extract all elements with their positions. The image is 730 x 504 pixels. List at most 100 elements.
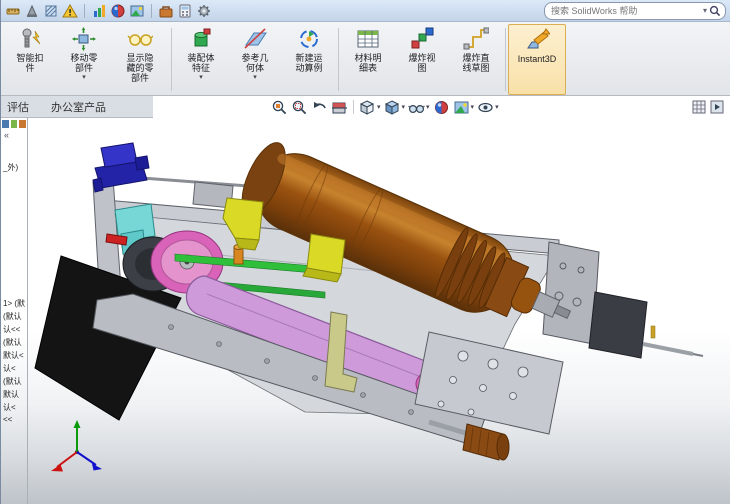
part-guide-pin[interactable] <box>642 325 704 357</box>
explode-line-sketch-button[interactable]: 爆炸直 线草图 <box>449 24 503 95</box>
interference-detection-icon[interactable] <box>62 3 78 19</box>
quick-tools-grid-icon[interactable] <box>692 100 706 114</box>
commandmanager-tabs: 评估 办公室产品 <box>1 96 153 118</box>
tree-item-fragment[interactable]: << <box>3 415 12 424</box>
tab-office-products[interactable]: 办公室产品 <box>47 97 110 117</box>
button-label: 材料明 <box>354 53 382 63</box>
pin-tip <box>692 353 704 357</box>
hide-show-items-icon[interactable]: ▾ <box>408 99 430 116</box>
search-icon[interactable] <box>709 5 721 17</box>
button-label: 细表 <box>358 63 377 73</box>
move-component-button[interactable]: 移动零 部件 ▾ <box>57 24 111 95</box>
tree-item-fragment[interactable]: (默认 <box>3 376 22 387</box>
zoom-area-icon[interactable] <box>291 99 308 116</box>
instant3d-button[interactable]: Instant3D <box>508 24 566 95</box>
featuremanager-tab-icon[interactable] <box>2 120 9 128</box>
tree-item-fragment[interactable]: _外) <box>3 162 18 173</box>
panel-collapse-icon[interactable]: « <box>1 130 27 140</box>
feature-manager-strip[interactable]: « _外) 1> (默 (默认 认<< (默认 默认< 认< (默认 默认 认<… <box>1 118 28 504</box>
dropdown-caret-icon[interactable]: ▾ <box>495 103 499 111</box>
show-hidden-components-button[interactable]: 显示隐 藏的零 部件 <box>111 24 169 95</box>
view-orientation-icon[interactable]: ▾ <box>359 99 381 116</box>
reference-geometry-icon <box>242 27 268 51</box>
tree-item-fragment[interactable]: 默认< <box>3 350 24 361</box>
assembly-features-button[interactable]: 装配体 特征 ▾ <box>174 24 228 95</box>
toolbox-icon[interactable] <box>158 3 174 19</box>
button-label: 装配体 <box>187 53 215 63</box>
part-blue-bracket[interactable] <box>92 142 150 193</box>
smart-fastener-icon <box>17 27 43 51</box>
search-input[interactable] <box>549 4 701 17</box>
edit-appearance-icon[interactable] <box>110 3 126 19</box>
section-view-icon[interactable] <box>331 99 348 116</box>
previous-view-icon[interactable] <box>311 99 328 116</box>
graphics-viewport[interactable]: « _外) 1> (默 (默认 认<< (默认 默认< 认< (默认 默认 认<… <box>1 118 730 504</box>
button-label: 动算例 <box>295 63 323 73</box>
mass-properties-icon[interactable] <box>24 3 40 19</box>
dropdown-caret-icon[interactable]: ▾ <box>402 103 406 111</box>
button-label: 线草图 <box>462 63 490 73</box>
knob-cap <box>496 433 510 461</box>
feature-manager-tab-icons <box>1 118 27 130</box>
viewport-top-band: ▾ ▾ ▾ ▾ ▾ <box>153 96 730 118</box>
tab-evaluate[interactable]: 评估 <box>3 97 33 117</box>
instant3d-icon <box>524 28 552 52</box>
search-dropdown-caret[interactable]: ▾ <box>703 6 707 15</box>
dropdown-caret-icon[interactable]: ▾ <box>199 74 203 81</box>
section-properties-icon[interactable] <box>43 3 59 19</box>
command-manager-ribbon: 智能扣 件 移动零 部件 ▾ 显示隐 藏的零 部件 装配体 特征 ▾ 参考几 何… <box>1 22 730 96</box>
ribbon-separator <box>505 28 506 91</box>
edit-appearance-hud-icon[interactable] <box>433 99 450 116</box>
part-dark-block[interactable] <box>588 291 648 359</box>
tree-item-fragment[interactable]: (默认 <box>3 311 22 322</box>
reference-geometry-button[interactable]: 参考几 何体 ▾ <box>228 24 282 95</box>
ribbon-separator <box>171 28 172 91</box>
design-calculator-icon[interactable] <box>177 3 193 19</box>
dropdown-caret-icon[interactable]: ▾ <box>471 103 475 111</box>
yellow-a-side <box>234 237 260 251</box>
apply-scene-hud-icon[interactable]: ▾ <box>453 99 475 116</box>
tree-item-fragment[interactable]: 默认 <box>3 389 19 400</box>
button-label: Instant3D <box>517 54 557 64</box>
view-settings-icon[interactable]: ▾ <box>477 99 499 116</box>
measure-icon[interactable] <box>5 3 21 19</box>
glasses-icon <box>127 27 154 51</box>
exploded-view-icon <box>409 27 435 51</box>
tree-item-fragment[interactable]: 认< <box>3 402 16 413</box>
command-band: 评估 办公室产品 ▾ ▾ ▾ ▾ ▾ <box>1 96 730 118</box>
exploded-view-button[interactable]: 爆炸视 图 <box>395 24 449 95</box>
yellow-b-face <box>306 233 346 275</box>
dropdown-caret-icon[interactable]: ▾ <box>377 103 381 111</box>
configurationmanager-tab-icon[interactable] <box>19 120 27 128</box>
assembly-visualization-icon[interactable] <box>91 3 107 19</box>
dropdown-caret-icon[interactable]: ▾ <box>82 74 86 81</box>
new-motion-study-button[interactable]: 新建运 动算例 <box>282 24 336 95</box>
move-component-icon <box>71 27 97 51</box>
triad-y-arrow <box>73 420 81 428</box>
dropdown-caret-icon[interactable]: ▾ <box>426 103 430 111</box>
smart-fasteners-button[interactable]: 智能扣 件 <box>3 24 57 95</box>
part-knob[interactable] <box>428 419 510 461</box>
assembly-model[interactable] <box>1 118 730 504</box>
task-pane-toggle-icon[interactable] <box>710 100 724 114</box>
options-gear-icon[interactable] <box>196 3 212 19</box>
button-label: 移动零 <box>70 53 98 63</box>
dropdown-caret-icon[interactable]: ▾ <box>253 74 257 81</box>
button-label: 部件 <box>130 73 149 83</box>
propertymanager-tab-icon[interactable] <box>10 120 18 128</box>
zoom-fit-icon[interactable] <box>271 99 288 116</box>
apply-scene-icon[interactable] <box>129 3 145 19</box>
bracket-tab <box>134 155 150 171</box>
tree-item-fragment[interactable]: 认< <box>3 363 16 374</box>
display-style-icon[interactable]: ▾ <box>384 99 406 116</box>
solidworks-search[interactable]: ▾ <box>544 1 726 20</box>
motion-study-icon <box>296 27 322 51</box>
tree-item-fragment[interactable]: 认<< <box>3 324 20 335</box>
heads-up-view-toolbar: ▾ ▾ ▾ ▾ ▾ <box>271 99 499 116</box>
button-label: 何体 <box>245 63 264 73</box>
tree-item-fragment[interactable]: (默认 <box>3 337 22 348</box>
quick-access-toolbar: ▾ <box>1 0 730 22</box>
tree-item-fragment[interactable]: 1> (默 <box>3 298 25 309</box>
button-label: 新建运 <box>295 53 323 63</box>
bill-of-materials-button[interactable]: 材料明 细表 <box>341 24 395 95</box>
